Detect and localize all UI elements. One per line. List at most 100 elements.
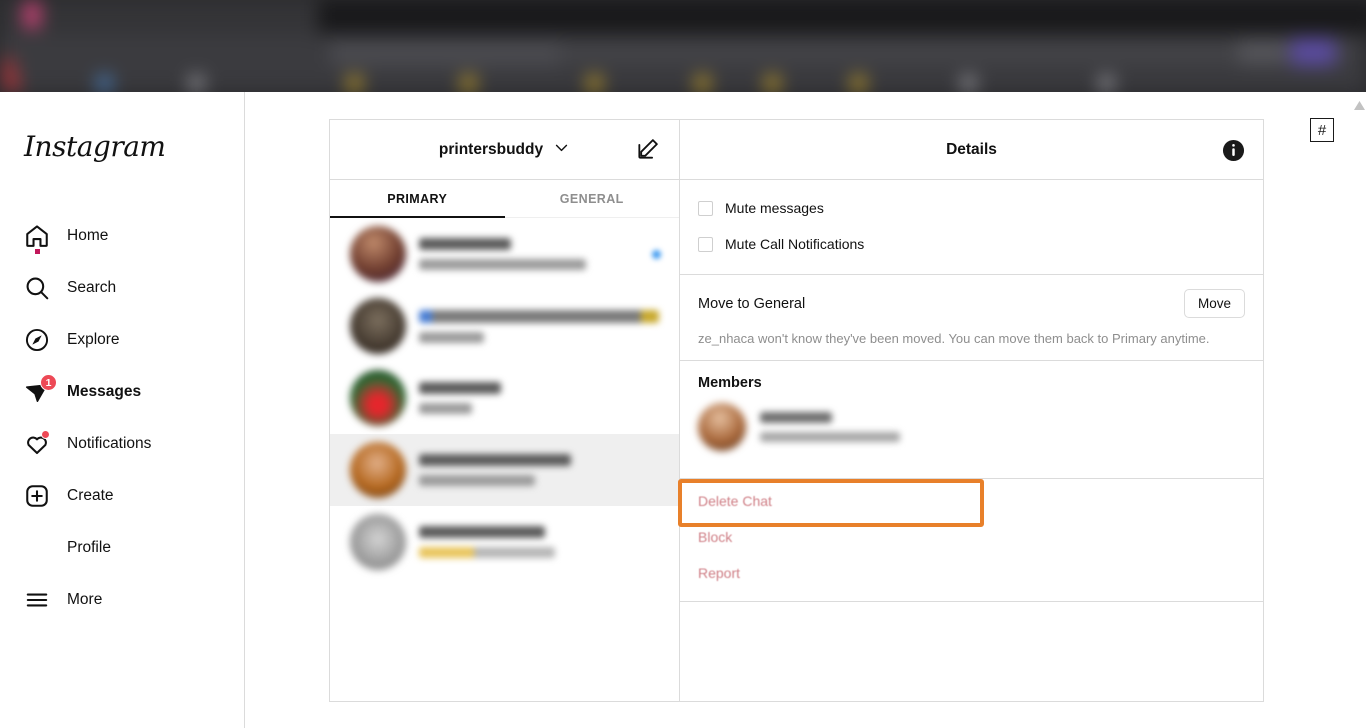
bookmark-item: [462, 76, 475, 91]
conversation-snippet: [419, 403, 473, 414]
sidebar-item-label: Create: [67, 487, 114, 505]
browser-tab-favicon: [24, 2, 40, 28]
sidebar-item-label: More: [67, 591, 103, 609]
conversation-items: [330, 218, 679, 578]
bookmark-item: [190, 76, 203, 91]
option-label: Mute Call Notifications: [725, 236, 865, 252]
danger-actions: Delete Chat Block Report: [678, 478, 1263, 602]
browser-chrome: [0, 0, 1366, 92]
sidebar-item-explore[interactable]: Explore: [0, 314, 245, 366]
move-button[interactable]: Move: [1183, 289, 1245, 318]
browser-profile-button: [1290, 38, 1336, 66]
avatar: [350, 370, 406, 426]
paper-plane-icon: 1: [24, 374, 57, 405]
sidebar-item-notifications[interactable]: Notifications: [0, 418, 245, 470]
account-switcher[interactable]: printersbuddy: [390, 139, 620, 161]
member-text: [760, 411, 1245, 442]
hamburger-icon: [24, 587, 50, 613]
sidebar-item-label: Profile: [67, 539, 111, 557]
mute-calls-checkbox[interactable]: [698, 236, 713, 252]
sidebar-nav-list: Home Search Explore 1 Messages Notificat…: [0, 210, 245, 626]
notifications-badge-dot: [41, 430, 50, 439]
block-button[interactable]: Block: [680, 519, 1263, 555]
sidebar-item-profile[interactable]: Profile: [0, 522, 245, 574]
member-subtitle: [760, 431, 900, 442]
sidebar-item-label: Home: [67, 227, 109, 245]
conversation-snippet: [419, 547, 555, 558]
sidebar-item-create[interactable]: Create: [0, 470, 245, 522]
conversation-text: [419, 454, 661, 486]
delete-chat-button[interactable]: Delete Chat: [680, 483, 1263, 519]
instagram-logo[interactable]: Instagram: [24, 130, 166, 163]
conversation-name: [419, 526, 545, 538]
heart-icon: [24, 430, 50, 457]
sidebar-item-home[interactable]: Home: [0, 210, 245, 262]
move-row: Move to General Move: [698, 289, 1245, 318]
mute-messages-checkbox[interactable]: [698, 200, 713, 216]
compose-icon[interactable]: [635, 136, 661, 167]
home-icon: [24, 223, 50, 254]
conversation-row[interactable]: [330, 506, 679, 578]
bookmark-item: [98, 76, 111, 91]
conversation-row[interactable]: [330, 218, 679, 290]
browser-url-bar-extension: [560, 44, 1350, 62]
conversation-row[interactable]: [330, 290, 679, 362]
report-button[interactable]: Report: [680, 555, 1263, 591]
conversation-text: [419, 382, 661, 414]
tab-label: PRIMARY: [387, 191, 448, 206]
avatar: [350, 442, 406, 498]
bookmark-item: [696, 76, 709, 91]
avatar: [698, 402, 746, 451]
tab-primary[interactable]: PRIMARY: [330, 180, 505, 218]
tab-general[interactable]: GENERAL: [505, 180, 680, 217]
conversation-name: [419, 238, 512, 250]
conversation-row-selected[interactable]: [330, 434, 679, 506]
conversation-row[interactable]: [330, 362, 679, 434]
account-name: printersbuddy: [438, 140, 544, 158]
chevron-down-icon: [553, 139, 570, 161]
sidebar-item-label: Messages: [67, 383, 142, 401]
messages-unread-badge: 1: [40, 374, 57, 391]
conversation-list-header: printersbuddy: [330, 120, 679, 180]
avatar: [350, 514, 406, 570]
move-to-general-section: Move to General Move ze_nhaca won't know…: [680, 275, 1263, 361]
conversation-name: [419, 382, 502, 394]
instagram-app: Instagram Home Search Explore 1 Messages…: [0, 92, 1366, 728]
home-active-dot: [35, 249, 40, 254]
search-icon: [24, 275, 50, 301]
avatar: [350, 298, 406, 354]
conversation-snippet: [419, 331, 485, 343]
sidebar-item-search[interactable]: Search: [0, 262, 245, 314]
option-mute-messages[interactable]: Mute messages: [680, 190, 1263, 226]
avatar-icon: [24, 535, 50, 561]
conversation-name: [419, 309, 659, 323]
conversation-text: [419, 526, 661, 558]
sidebar-item-messages[interactable]: 1 Messages: [0, 366, 245, 418]
sidebar-item-more[interactable]: More: [0, 574, 245, 626]
browser-toolbar-button: [1238, 40, 1286, 64]
plus-square-icon: [24, 483, 50, 509]
info-circle-icon[interactable]: [1222, 139, 1245, 167]
bookmark-item: [6, 76, 19, 91]
option-mute-call-notifications[interactable]: Mute Call Notifications: [680, 226, 1263, 262]
bookmark-item: [766, 76, 779, 91]
sidebar-item-label: Explore: [67, 331, 120, 349]
move-description: ze_nhaca won't know they've been moved. …: [698, 331, 1210, 346]
members-section: Members: [680, 361, 1263, 479]
left-sidebar: Instagram Home Search Explore 1 Messages…: [0, 92, 245, 728]
member-name: [760, 411, 832, 423]
conversation-snippet: [419, 259, 587, 270]
bookmark-item: [588, 76, 601, 91]
details-empty-area: [680, 602, 1263, 701]
details-header: Details: [680, 120, 1263, 180]
browser-url-bar: [330, 40, 560, 66]
member-list-item[interactable]: [698, 402, 1245, 451]
browser-active-tab: [318, 0, 1366, 34]
hash-widget-button[interactable]: #: [1310, 118, 1334, 142]
unread-indicator: [652, 249, 661, 259]
details-panel: Details Mute messages Mute Call Notifica…: [678, 119, 1264, 702]
conversation-text: [419, 238, 639, 270]
conversation-list-panel: printersbuddy PRIMARY GENERAL: [329, 119, 679, 702]
bookmark-item: [348, 76, 361, 91]
browser-chrome-blur: [0, 0, 1366, 92]
